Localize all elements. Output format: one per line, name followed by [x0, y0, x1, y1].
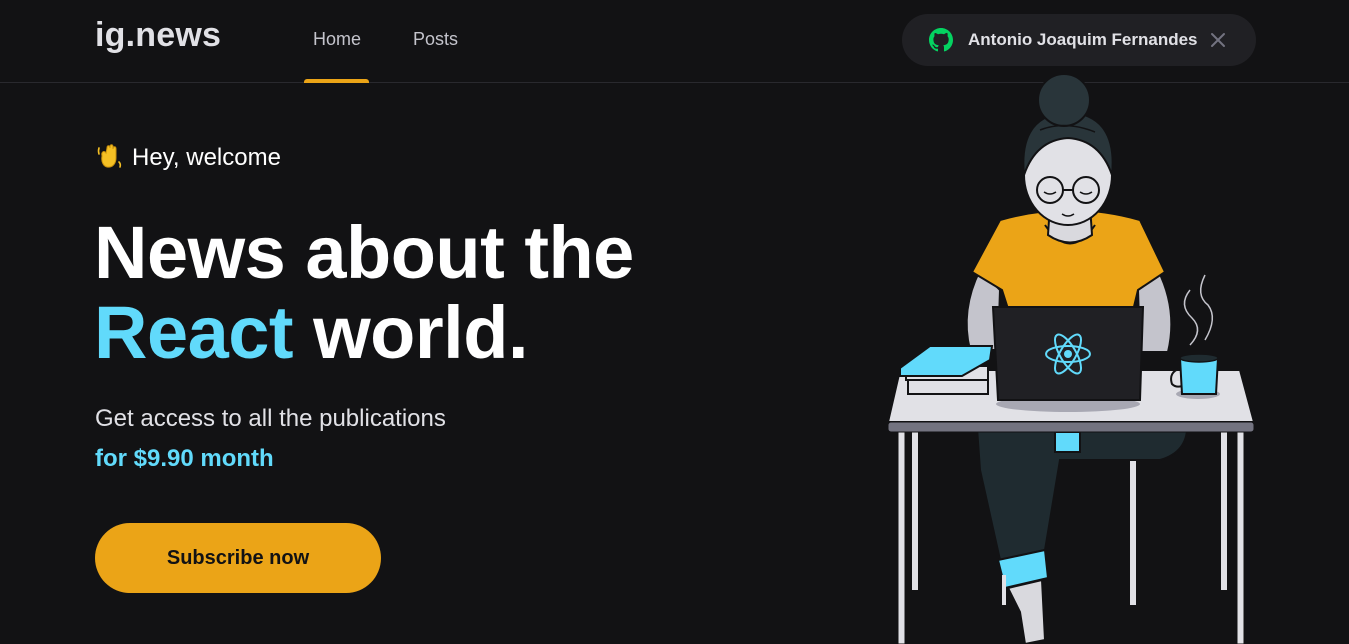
- waving-hand-icon: [97, 144, 122, 168]
- headline-accent: React: [94, 291, 294, 374]
- nav-link-home[interactable]: Home: [313, 29, 361, 50]
- user-name: Antonio Joaquim Fernandes: [968, 30, 1198, 49]
- headline: News about the React world.: [94, 213, 634, 373]
- books: [899, 345, 994, 395]
- hero-illustration: [886, 75, 1256, 644]
- github-signin-button[interactable]: Antonio Joaquim Fernandes: [902, 14, 1256, 66]
- laptop: [991, 306, 1145, 412]
- subscribe-button[interactable]: Subscribe now: [95, 523, 381, 593]
- nav-link-posts[interactable]: Posts: [413, 29, 458, 50]
- welcome-label: Hey, welcome: [132, 144, 281, 171]
- logo[interactable]: ig.news: [95, 16, 221, 55]
- person-legs: [973, 398, 1189, 644]
- headline-line-2: world.: [313, 291, 529, 374]
- close-icon[interactable]: [1209, 31, 1227, 49]
- subtitle: Get access to all the publications: [95, 405, 446, 432]
- price-text: for $9.90 month: [95, 445, 274, 472]
- welcome-text: Hey, welcome: [96, 142, 281, 172]
- person-head: [1022, 75, 1114, 226]
- active-nav-indicator: [304, 79, 369, 83]
- headline-line-1: News about the: [94, 211, 634, 294]
- github-icon: [929, 28, 953, 52]
- top-header: ig.news Home Posts Antonio Joaquim Ferna…: [0, 0, 1349, 83]
